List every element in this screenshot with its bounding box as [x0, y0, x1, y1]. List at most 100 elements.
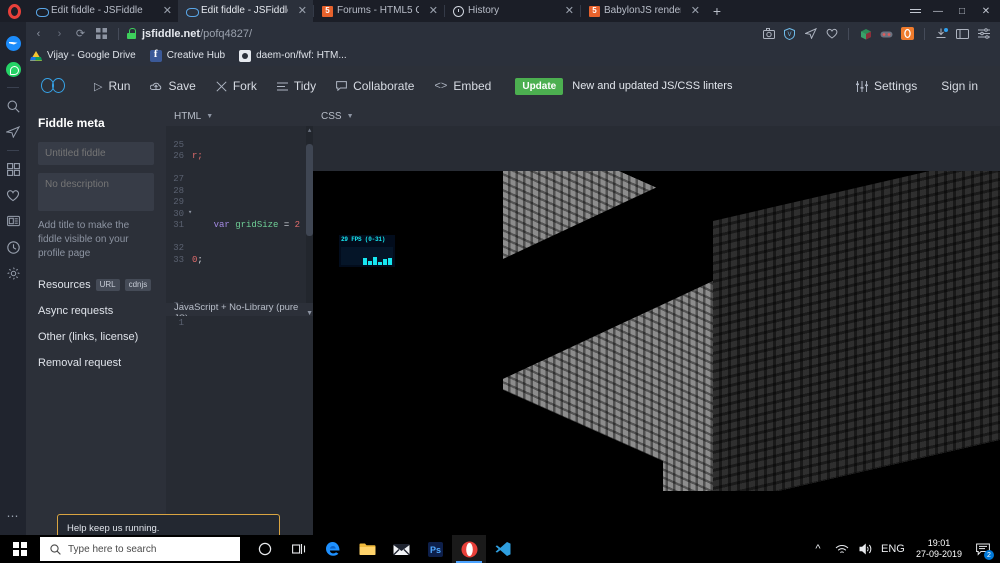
send-icon[interactable] — [0, 119, 26, 145]
tab-close-button[interactable]: ✕ — [157, 5, 172, 17]
menu-hamburger-icon[interactable] — [904, 0, 926, 22]
svg-text:Ps: Ps — [429, 545, 440, 555]
tab-title: Forums - HTML5 Game De — [337, 5, 419, 16]
file-explorer-icon[interactable] — [350, 535, 384, 563]
resources-url-chip[interactable]: URL — [95, 279, 120, 291]
messenger-icon[interactable] — [0, 30, 26, 56]
fork-button[interactable]: Fork — [206, 72, 267, 100]
minimize-button[interactable]: — — [926, 0, 950, 22]
tab-close-button[interactable]: ✕ — [292, 5, 307, 17]
js-editor-body[interactable]: 1 — [166, 316, 313, 535]
chevron-down-icon[interactable]: ▼ — [347, 113, 354, 120]
opera-icon[interactable] — [897, 22, 918, 45]
scroll-up-arrow[interactable]: ▲ — [306, 126, 313, 135]
embed-label: Embed — [453, 79, 492, 93]
tab-close-button[interactable]: ✕ — [685, 5, 700, 17]
close-window-button[interactable]: ✕ — [974, 0, 998, 22]
tab-close-button[interactable]: ✕ — [423, 5, 438, 17]
js-editor-panel[interactable]: 1 — [166, 316, 313, 535]
opera-icon[interactable] — [452, 535, 486, 563]
photoshop-icon[interactable]: Ps — [418, 535, 452, 563]
scrollbar-thumb[interactable] — [306, 144, 313, 236]
threejs-canvas[interactable] — [313, 171, 1000, 535]
browser-tab-3[interactable]: Forums - HTML5 Game De ✕ — [314, 0, 444, 22]
removal-request-link[interactable]: Removal request — [38, 357, 154, 369]
wifi-icon[interactable] — [830, 535, 854, 563]
vpn-icon[interactable]: V — [779, 22, 800, 45]
collaborate-label: Collaborate — [353, 79, 415, 93]
mail-icon[interactable] — [384, 535, 418, 563]
taskbar-clock[interactable]: 19:01 27-09-2019 — [908, 538, 970, 560]
back-button[interactable]: ‹ — [28, 22, 49, 45]
fork-label: Fork — [232, 79, 257, 93]
task-view-icon[interactable] — [282, 535, 316, 563]
css-editor-body[interactable] — [313, 126, 1000, 171]
divider — [7, 150, 19, 151]
browser-tab-2[interactable]: Edit fiddle - JSFiddle ✕ — [178, 0, 313, 22]
whatsapp-icon[interactable] — [0, 56, 26, 82]
other-links-license-link[interactable]: Other (links, license) — [38, 331, 154, 343]
gaming-icon[interactable] — [876, 22, 897, 45]
run-button[interactable]: ▷ Run — [84, 72, 140, 100]
fiddle-description-input[interactable] — [38, 173, 154, 211]
bookmark-google-drive[interactable]: Vijay - Google Drive — [30, 50, 136, 62]
jsfiddle-infinity-logo[interactable] — [38, 70, 70, 102]
history-icon[interactable] — [0, 234, 26, 260]
heart-icon[interactable] — [821, 22, 842, 45]
cortana-icon[interactable] — [248, 535, 282, 563]
chevron-down-icon[interactable]: ▼ — [206, 113, 213, 120]
resources-cdnjs-chip[interactable]: cdnjs — [124, 279, 152, 291]
edge-icon[interactable] — [316, 535, 350, 563]
language-indicator[interactable]: ENG — [878, 535, 908, 563]
speed-dial-grid-icon[interactable] — [91, 22, 112, 45]
resources-row[interactable]: Resources URL cdnjs — [38, 279, 154, 291]
css-panel-header[interactable]: CSS ▼ — [313, 106, 413, 126]
maximize-button[interactable]: □ — [950, 0, 974, 22]
more-dots-icon[interactable]: ⋯ — [7, 509, 20, 523]
bookmark-creative-hub[interactable]: Creative Hub — [149, 48, 226, 62]
html-editor-body[interactable]: 25 26 27 28 29 30 31 32 33 ▾ r; var grid… — [166, 126, 313, 316]
volume-icon[interactable] — [854, 535, 878, 563]
download-icon[interactable] — [931, 22, 952, 45]
editor-scrollbar[interactable]: ▲ ▼ — [306, 126, 313, 316]
package-icon[interactable] — [855, 22, 876, 45]
update-badge[interactable]: Update — [515, 77, 564, 95]
browser-tab-1[interactable]: Edit fiddle - JSFiddle ✕ — [28, 0, 178, 22]
forward-button[interactable]: › — [49, 22, 70, 45]
notification-center-icon[interactable]: 2 — [970, 535, 996, 563]
save-button[interactable]: Save — [140, 72, 205, 100]
news-icon[interactable] — [0, 208, 26, 234]
show-hidden-icons-chevron[interactable]: ^ — [806, 535, 830, 563]
settings-icon[interactable] — [0, 260, 26, 286]
fiddle-title-input[interactable] — [38, 142, 154, 165]
new-tab-button[interactable]: + — [706, 0, 728, 22]
collaborate-button[interactable]: Collaborate — [326, 72, 424, 100]
taskbar-search-input[interactable]: Type here to search — [40, 537, 240, 561]
settings-button[interactable]: Settings — [846, 72, 927, 100]
html-panel-header[interactable]: HTML ▼ — [166, 106, 313, 126]
github-icon — [239, 49, 252, 62]
tidy-button[interactable]: Tidy — [267, 72, 326, 100]
heart-icon[interactable] — [0, 182, 26, 208]
signin-button[interactable]: Sign in — [931, 72, 988, 100]
browser-tab-5[interactable]: BabylonJS render slower th ✕ — [581, 0, 706, 22]
tab-close-button[interactable]: ✕ — [559, 5, 574, 17]
send-icon[interactable] — [800, 22, 821, 45]
bookmark-github-fwf[interactable]: daem-on/fwf: HTM... — [239, 49, 347, 62]
settings-sliders-icon[interactable] — [973, 22, 994, 45]
async-requests-link[interactable]: Async requests — [38, 305, 154, 317]
vscode-icon[interactable] — [486, 535, 520, 563]
result-preview-pane[interactable] — [313, 171, 1000, 535]
search-icon[interactable] — [0, 93, 26, 119]
reload-button[interactable]: ⟳ — [70, 22, 91, 45]
camera-icon[interactable] — [758, 22, 779, 45]
sidebar-icon[interactable] — [952, 22, 973, 45]
url-field[interactable]: jsfiddle.net/pofq4827/ — [125, 28, 758, 40]
windows-start-icon[interactable] — [0, 535, 40, 563]
speed-dial-icon[interactable] — [0, 156, 26, 182]
lines-icon — [276, 82, 288, 91]
browser-tab-4[interactable]: History ✕ — [445, 0, 580, 22]
line-number: 29 — [173, 197, 184, 207]
embed-button[interactable]: <> Embed — [424, 72, 501, 100]
bookmark-label: Creative Hub — [166, 50, 226, 61]
